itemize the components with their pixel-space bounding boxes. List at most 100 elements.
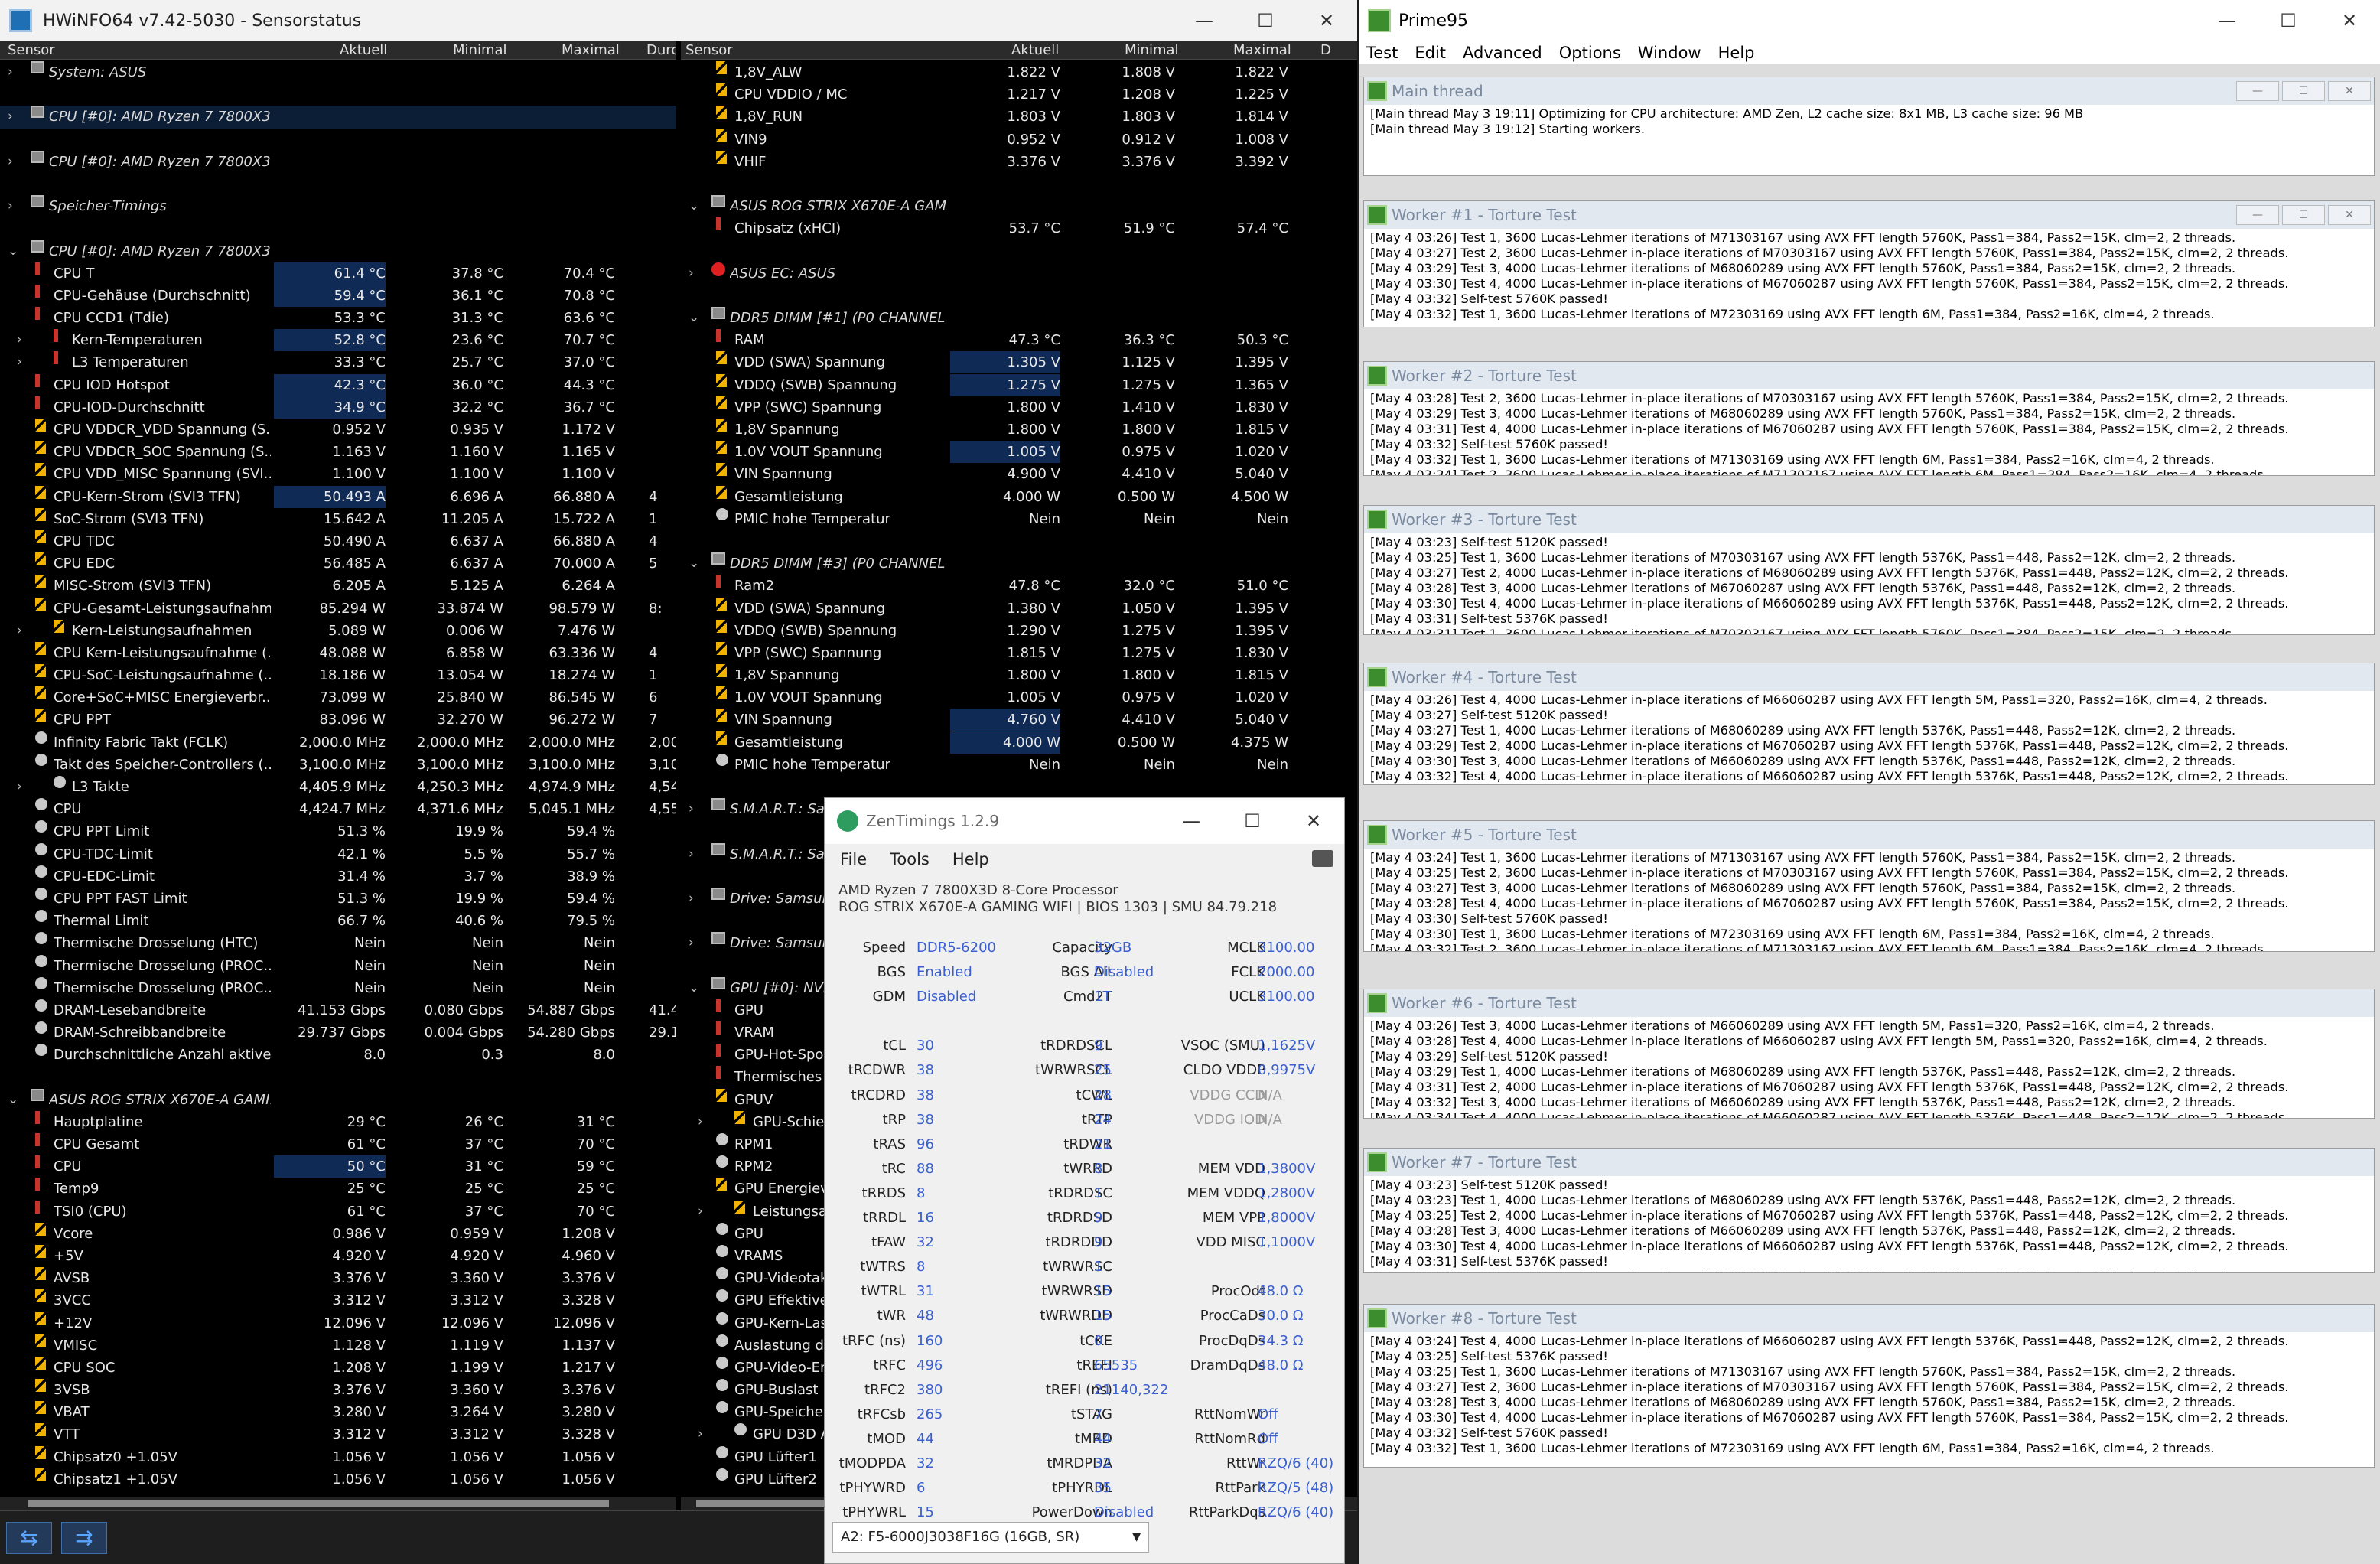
worker-titlebar[interactable]: Worker #5 - Torture Test [1364, 821, 2374, 849]
sensor-row[interactable]: VDD (SWA) Spannung 1.380 V 1.050 V 1.395 V [681, 597, 1357, 620]
sensor-row[interactable]: VBAT 3.280 V 3.264 V 3.280 V [0, 1401, 676, 1423]
prime95-titlebar[interactable]: Prime95 — ☐ ✕ [1359, 0, 2380, 41]
sensor-row[interactable]: 3VCC 3.312 V 3.312 V 3.328 V [0, 1289, 676, 1311]
header-avg[interactable]: D [1320, 42, 1331, 58]
sensor-row[interactable]: 1,8V Spannung 1.800 V 1.800 V 1.815 V [681, 664, 1357, 686]
chevron-right-icon[interactable]: › [698, 1201, 710, 1223]
worker-window[interactable]: Worker #6 - Torture Test [May 4 03:26] Te… [1363, 989, 2375, 1119]
sensor-row[interactable]: Durchschnittliche Anzahl aktive... 8.0 0.3… [0, 1044, 676, 1066]
main-thread-window[interactable]: Main thread — ☐ ✕ [Main thread May 3 19:11] … [1363, 77, 2375, 176]
column-header[interactable]: Sensor Aktuell Minimal Maximal D [681, 41, 1357, 60]
header-min[interactable]: Minimal [1125, 42, 1179, 58]
worker-window[interactable]: Worker #1 - Torture Test — ☐ ✕ [May 4 03:26]… [1363, 200, 2375, 327]
sensor-group[interactable]: ⌄ ASUS ROG STRIX X670E-A GAMI... [0, 1088, 676, 1111]
maximize-icon[interactable]: ☐ [2258, 0, 2319, 41]
sensor-row[interactable]: VHIF 3.376 V 3.376 V 3.392 V [681, 150, 1357, 173]
maximize-icon[interactable]: ☐ [2282, 205, 2325, 225]
scrollbar-thumb[interactable] [28, 1500, 609, 1507]
minimize-icon[interactable]: — [2236, 81, 2279, 101]
worker-log[interactable]: [May 4 03:23] Self-test 5120K passed! [Ma… [1364, 533, 2374, 634]
sensor-row[interactable]: VDDQ (SWB) Spannung 1.275 V 1.275 V 1.365 V [681, 373, 1357, 396]
chevron-right-icon[interactable]: › [8, 61, 20, 83]
menu-help[interactable]: Help [1718, 44, 1755, 62]
header-max[interactable]: Maximal [562, 42, 620, 58]
sensor-row[interactable]: CPU 50 °C 31 °C 59 °C [0, 1155, 676, 1178]
sensor-row[interactable]: DRAM-Schreibbandbreite 29.737 Gbps 0.004 G… [0, 1021, 676, 1044]
worker-titlebar[interactable]: Worker #1 - Torture Test — ☐ ✕ [1364, 201, 2374, 229]
sensor-row[interactable]: CPU VDDIO / MC 1.217 V 1.208 V 1.225 V [681, 83, 1357, 106]
sensor-row[interactable]: Core+SoC+MISC Energieverbr... 73.099 W 25.… [0, 686, 676, 709]
worker-window[interactable]: Worker #2 - Torture Test [May 4 03:28] Te… [1363, 361, 2375, 476]
sensor-group[interactable]: ⌄ CPU [#0]: AMD Ryzen 7 7800X3... [0, 239, 676, 262]
sensor-row[interactable]: CPU VDD_MISC Spannung (SVI... 1.100 V 1.10… [0, 463, 676, 485]
sensor-row[interactable]: CPU CCD1 (Tdie) 53.3 °C 31.3 °C 63.6 °C [0, 307, 676, 329]
sensor-row[interactable]: CPU-EDC-Limit 31.4 % 3.7 % 38.9 % [0, 865, 676, 888]
sensor-row[interactable]: CPU SOC 1.208 V 1.199 V 1.217 V [0, 1356, 676, 1379]
dimm-select[interactable]: A2: F5-6000J3038F16G (16GB, SR) ▼ [832, 1522, 1149, 1553]
sensor-row[interactable]: Gesamtleistung 4.000 W 0.500 W 4.500 W [681, 485, 1357, 508]
sensor-row[interactable]: TSI0 (CPU) 61 °C 37 °C 70 °C [0, 1200, 676, 1223]
sensor-row[interactable]: CPU IOD Hotspot 42.3 °C 36.0 °C 44.3 °C [0, 373, 676, 396]
chevron-down-icon[interactable]: ⌄ [8, 240, 20, 262]
menu-test[interactable]: Test [1366, 44, 1398, 62]
sensor-row[interactable]: Infinity Fabric Takt (FCLK) 2,000.0 MHz 2,… [0, 731, 676, 754]
nav-right-icon[interactable]: ⇉ [61, 1522, 107, 1554]
chevron-right-icon[interactable]: › [689, 888, 701, 910]
chevron-right-icon[interactable]: › [8, 151, 20, 173]
chevron-right-icon[interactable]: › [17, 776, 29, 798]
chevron-right-icon[interactable]: › [689, 262, 701, 285]
worker-titlebar[interactable]: Worker #3 - Torture Test [1364, 506, 2374, 533]
worker-log[interactable]: [Main thread May 3 19:11] Optimizing for… [1364, 105, 2374, 175]
menu-help[interactable]: Help [952, 850, 989, 868]
sensor-row[interactable]: CPU Gesamt 61 °C 37 °C 70 °C [0, 1133, 676, 1155]
sensor-row[interactable]: Hauptplatine 29 °C 26 °C 31 °C [0, 1110, 676, 1133]
sensor-group[interactable]: › Speicher-Timings [0, 195, 676, 217]
horizontal-scrollbar[interactable] [0, 1497, 676, 1510]
sensor-row[interactable]: CPU PPT 83.096 W 32.270 W 96.272 W 7 [0, 709, 676, 731]
sensor-row[interactable]: CPU-SoC-Leistungsaufnahme (... 18.186 W 13… [0, 664, 676, 686]
sensor-row[interactable]: VPP (SWC) Spannung 1.800 V 1.410 V 1.830 V [681, 396, 1357, 419]
hwinfo-titlebar[interactable]: HWiNFO64 v7.42-5030 - Sensorstatus — ☐ ✕ [0, 0, 1357, 41]
worker-log[interactable]: [May 4 03:26] Test 3, 4000 Lucas-Lehmer … [1364, 1017, 2374, 1118]
worker-window[interactable]: Worker #4 - Torture Test [May 4 03:26] Te… [1363, 663, 2375, 785]
sensor-group[interactable]: ⌄ DDR5 DIMM [#1] (P0 CHANNEL ... [681, 307, 1357, 329]
menu-advanced[interactable]: Advanced [1463, 44, 1542, 62]
chevron-down-icon[interactable]: ⌄ [689, 977, 701, 999]
zentimings-titlebar[interactable]: ZenTimings 1.2.9 — ☐ ✕ [825, 798, 1344, 844]
sensor-row[interactable]: +5V 4.920 V 4.920 V 4.960 V [0, 1244, 676, 1267]
maximize-icon[interactable]: ☐ [1235, 0, 1296, 41]
sensor-row[interactable]: › L3 Temperaturen 33.3 °C 25.7 °C 37.0 °C [0, 351, 676, 373]
sensor-group[interactable]: › ASUS EC: ASUS [681, 262, 1357, 285]
sensor-row[interactable]: Temp9 25 °C 25 °C 25 °C [0, 1178, 676, 1200]
chevron-right-icon[interactable]: › [698, 1111, 710, 1133]
sensor-row[interactable]: › Kern-Leistungsaufnahmen 5.089 W 0.006 W 7.… [0, 619, 676, 642]
sensor-row[interactable]: PMIC hohe Temperatur Nein Nein Nein [681, 753, 1357, 776]
close-icon[interactable]: ✕ [2328, 81, 2371, 101]
close-icon[interactable]: ✕ [1296, 0, 1357, 41]
menu-options[interactable]: Options [1559, 44, 1621, 62]
menu-file[interactable]: File [840, 850, 867, 868]
menu-tools[interactable]: Tools [890, 850, 930, 868]
chevron-right-icon[interactable]: › [17, 329, 29, 351]
worker-window[interactable]: Worker #8 - Torture Test [May 4 03:24] Te… [1363, 1304, 2375, 1468]
chevron-right-icon[interactable]: › [689, 932, 701, 954]
sensor-pane-left[interactable]: Sensor Aktuell Minimal Maximal Durch › Sy… [0, 41, 676, 1510]
header-sensor[interactable]: Sensor [8, 42, 55, 58]
worker-titlebar[interactable]: Worker #2 - Torture Test [1364, 362, 2374, 389]
sensor-row[interactable]: SoC-Strom (SVI3 TFN) 15.642 A 11.205 A 15.7… [0, 507, 676, 530]
sensor-row[interactable]: +12V 12.096 V 12.096 V 12.096 V [0, 1311, 676, 1334]
sensor-row[interactable]: 1,8V Spannung 1.800 V 1.800 V 1.815 V [681, 419, 1357, 441]
menu-edit[interactable]: Edit [1415, 44, 1446, 62]
sensor-row[interactable]: › L3 Takte 4,405.9 MHz 4,250.3 MHz 4,974.9 M… [0, 776, 676, 798]
minimize-icon[interactable]: — [1174, 0, 1235, 41]
sensor-row[interactable]: VMISC 1.128 V 1.119 V 1.137 V [0, 1334, 676, 1357]
chevron-right-icon[interactable]: › [17, 351, 29, 373]
sensor-row[interactable]: CPU 4,424.7 MHz 4,371.6 MHz 5,045.1 MHz 4,55 [0, 798, 676, 820]
sensor-row[interactable]: VIN9 0.952 V 0.912 V 1.008 V [681, 128, 1357, 151]
sensor-row[interactable]: Takt des Speicher-Controllers (... 3,100.… [0, 753, 676, 776]
sensor-row[interactable]: Gesamtleistung 4.000 W 0.500 W 4.375 W [681, 731, 1357, 754]
sensor-group[interactable]: › CPU [#0]: AMD Ryzen 7 7800X3... [0, 150, 676, 173]
chevron-right-icon[interactable]: › [689, 798, 701, 820]
chevron-down-icon[interactable]: ⌄ [689, 552, 701, 575]
worker-titlebar[interactable]: Worker #6 - Torture Test [1364, 989, 2374, 1017]
